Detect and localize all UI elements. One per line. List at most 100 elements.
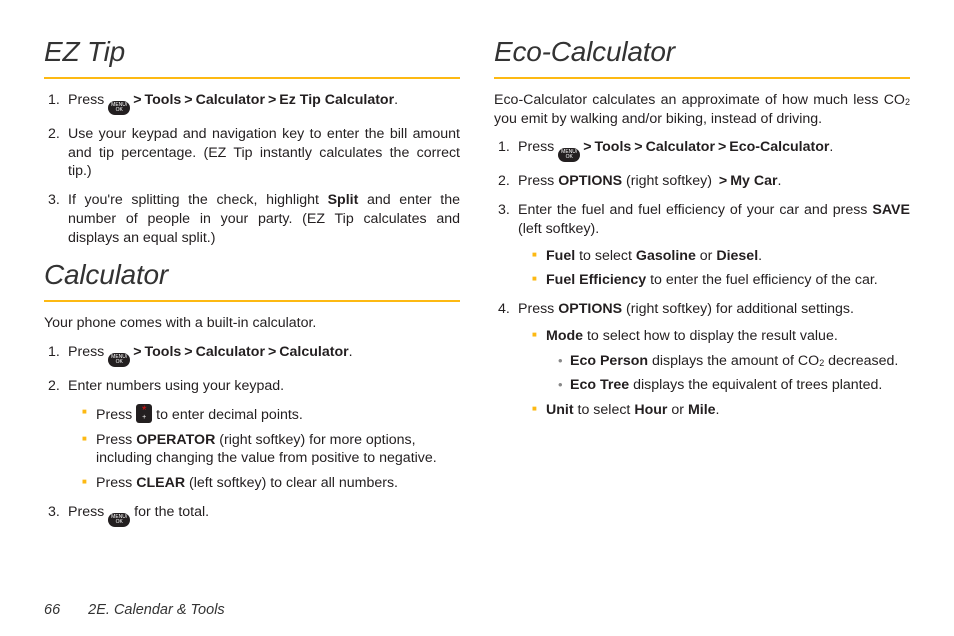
text: decreased.	[824, 353, 898, 369]
text: .	[716, 402, 720, 418]
text: If you're splitting the check, highlight	[68, 192, 328, 208]
label-hour: Hour	[634, 402, 667, 418]
label-fuel-efficiency: Fuel Efficiency	[546, 272, 646, 288]
text: .	[758, 248, 762, 264]
text: .	[829, 139, 833, 155]
step-number: 2.	[48, 377, 60, 396]
path-calculator-2: Calculator	[279, 344, 348, 360]
sub-list-dot: Eco Person displays the amount of CO2 de…	[546, 352, 910, 395]
chevron-right-icon: >	[133, 344, 141, 360]
text: displays the equivalent of trees planted…	[629, 377, 882, 393]
path-eco-calculator: Eco-Calculator	[729, 139, 829, 155]
list-item: 2. Enter numbers using your keypad. Pres…	[44, 377, 460, 493]
text: Press	[68, 92, 108, 108]
text: (left softkey).	[518, 221, 599, 237]
list-item: 3. Press MENU/OK for the total.	[44, 503, 460, 527]
list-item: Mode to select how to display the result…	[536, 327, 910, 395]
label-gasoline: Gasoline	[636, 248, 696, 264]
menu-ok-key-icon: MENU/OK	[108, 353, 130, 367]
page-body: EZ Tip 1. Press MENU/OK>Tools>Calculator…	[0, 0, 954, 592]
heading-rule	[44, 77, 460, 79]
list-item: Fuel Efficiency to enter the fuel effici…	[536, 271, 910, 290]
list-item: Eco Tree displays the equivalent of tree…	[560, 376, 910, 395]
list-item: Press to enter decimal points.	[86, 404, 460, 425]
label-diesel: Diesel	[716, 248, 758, 264]
heading-calculator: Calculator	[44, 257, 460, 294]
right-column: Eco-Calculator Eco-Calculator calculates…	[494, 34, 910, 576]
text: to select	[574, 402, 635, 418]
text: Use your keypad and navigation key to en…	[68, 126, 460, 179]
text: Press	[96, 475, 136, 491]
path-calculator: Calculator	[196, 344, 265, 360]
path-calculator: Calculator	[646, 139, 715, 155]
eco-lead: Eco-Calculator calculates an approximate…	[494, 91, 910, 128]
text: Press	[96, 407, 136, 423]
chevron-right-icon: >	[718, 139, 726, 155]
step-number: 1.	[48, 91, 60, 110]
sub-list: Press to enter decimal points. Press OPE…	[68, 404, 460, 493]
text: to select how to display the result valu…	[583, 328, 838, 344]
text: (left softkey) to clear all numbers.	[185, 475, 398, 491]
path-calculator: Calculator	[196, 92, 265, 108]
text: you emit by walking and/or biking, inste…	[494, 111, 822, 127]
chevron-right-icon: >	[719, 173, 727, 189]
list-item: Press CLEAR (left softkey) to clear all …	[86, 474, 460, 493]
menu-ok-key-icon: MENU/OK	[108, 101, 130, 115]
text: (right softkey)	[622, 173, 716, 189]
list-item: 4. Press OPTIONS (right softkey) for add…	[494, 300, 910, 420]
step-number: 3.	[48, 503, 60, 522]
page-number: 66	[44, 602, 60, 618]
list-item: 2. Press OPTIONS (right softkey) >My Car…	[494, 172, 910, 191]
text: Enter the fuel and fuel efficiency of yo…	[518, 202, 872, 218]
label-eco-person: Eco Person	[570, 353, 648, 369]
eztip-steps: 1. Press MENU/OK>Tools>Calculator>Ez Tip…	[44, 91, 460, 247]
step-number: 1.	[48, 343, 60, 362]
list-item: Press OPERATOR (right softkey) for more …	[86, 431, 460, 468]
text: (right softkey) for additional settings.	[622, 301, 854, 317]
label-split: Split	[328, 192, 359, 208]
chevron-right-icon: >	[634, 139, 642, 155]
step-number: 3.	[498, 201, 510, 220]
chevron-right-icon: >	[184, 344, 192, 360]
text: Press	[68, 504, 108, 520]
list-item: 1. Press MENU/OK>Tools>Calculator>Ez Tip…	[44, 91, 460, 115]
list-item: Unit to select Hour or Mile.	[536, 401, 910, 420]
text: to select	[575, 248, 636, 264]
star-key-icon	[136, 404, 152, 423]
label-eco-tree: Eco Tree	[570, 377, 629, 393]
text: to enter decimal points.	[152, 407, 303, 423]
label-mile: Mile	[688, 402, 716, 418]
menu-ok-key-icon: MENU/OK	[558, 148, 580, 162]
label-clear: CLEAR	[136, 475, 185, 491]
list-item: Eco Person displays the amount of CO2 de…	[560, 352, 910, 371]
heading-eco-calculator: Eco-Calculator	[494, 34, 910, 71]
label-unit: Unit	[546, 402, 574, 418]
sub-list: Fuel to select Gasoline or Diesel. Fuel …	[518, 247, 910, 290]
heading-ez-tip: EZ Tip	[44, 34, 460, 71]
text: or	[696, 248, 717, 264]
list-item: Fuel to select Gasoline or Diesel.	[536, 247, 910, 266]
step-number: 4.	[498, 300, 510, 319]
text: Enter numbers using your keypad.	[68, 378, 284, 394]
label-options: OPTIONS	[558, 301, 622, 317]
list-item: 1. Press MENU/OK>Tools>Calculator>Calcul…	[44, 343, 460, 367]
label-save: SAVE	[872, 202, 910, 218]
text: or	[667, 402, 688, 418]
text: Press	[518, 139, 558, 155]
path-tools: Tools	[595, 139, 632, 155]
menu-ok-key-icon: MENU/OK	[108, 513, 130, 527]
chevron-right-icon: >	[133, 92, 141, 108]
step-number: 2.	[498, 172, 510, 191]
step-number: 2.	[48, 125, 60, 144]
chevron-right-icon: >	[268, 344, 276, 360]
label-mode: Mode	[546, 328, 583, 344]
text: .	[349, 344, 353, 360]
path-tools: Tools	[145, 344, 182, 360]
label-options: OPTIONS	[558, 173, 622, 189]
chevron-right-icon: >	[583, 139, 591, 155]
text: Press	[68, 344, 108, 360]
section-title: 2E. Calendar & Tools	[88, 602, 225, 618]
list-item: 1. Press MENU/OK>Tools>Calculator>Eco-Ca…	[494, 138, 910, 162]
text: Eco-Calculator calculates an approximate…	[494, 92, 905, 108]
subscript-2: 2	[819, 358, 824, 368]
